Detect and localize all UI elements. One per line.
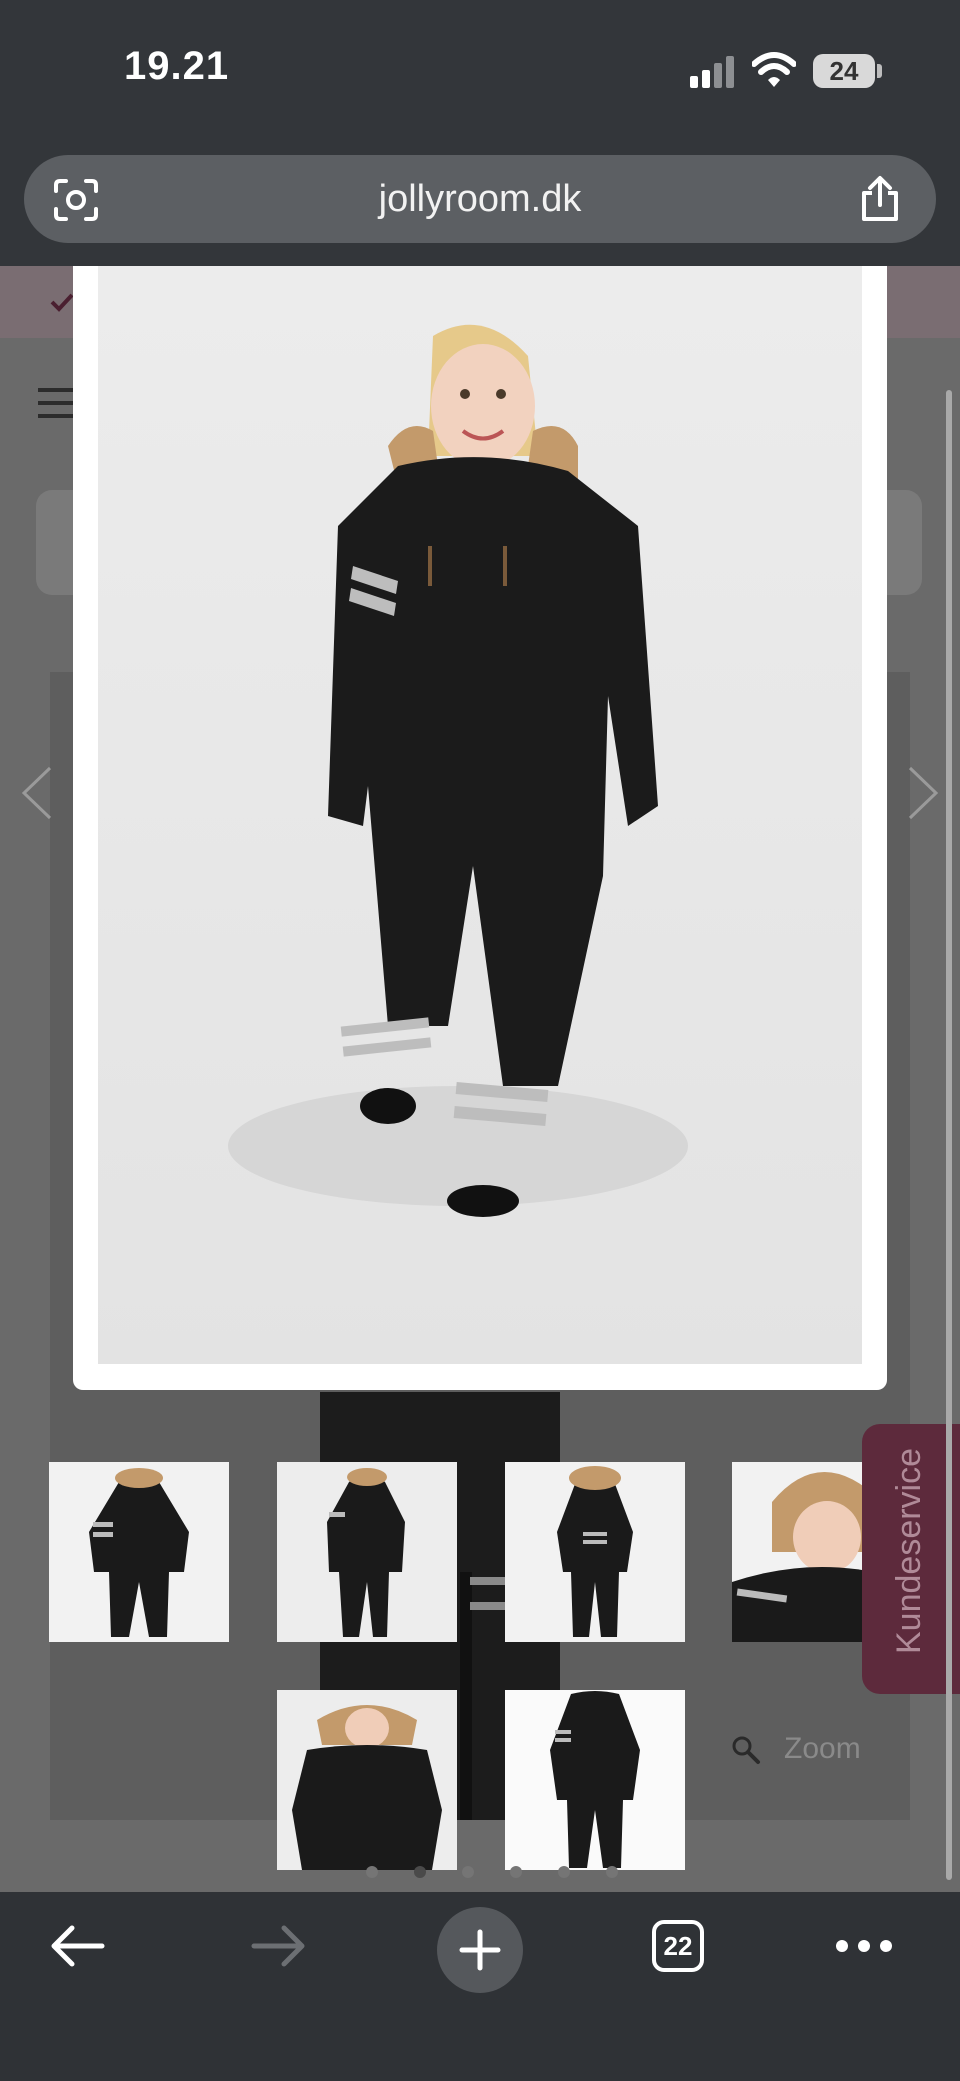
thumbnail-2[interactable] (277, 1462, 457, 1642)
pager-dot[interactable] (366, 1866, 378, 1878)
zoom-control[interactable]: Zoom (730, 1732, 861, 1766)
pager-dot[interactable] (558, 1866, 570, 1878)
cellular-signal-icon (690, 56, 734, 88)
pager-dot[interactable] (462, 1866, 474, 1878)
forward-arrow-icon[interactable] (250, 1924, 308, 1968)
battery-indicator: 24 (813, 54, 875, 88)
share-icon[interactable] (858, 175, 902, 223)
thumbnail-image (505, 1462, 685, 1642)
image-modal[interactable] (73, 266, 887, 1390)
scrollbar[interactable] (946, 390, 952, 1880)
wifi-icon (752, 52, 796, 87)
customer-service-label: Kundeservice (890, 1447, 928, 1654)
url-text[interactable]: jollyroom.dk (24, 155, 936, 243)
camera-lens-icon[interactable] (52, 177, 100, 223)
chevron-right-icon[interactable] (906, 766, 940, 820)
battery-cap (877, 64, 882, 78)
pager-dot-active[interactable] (414, 1866, 426, 1878)
plus-icon (459, 1929, 501, 1971)
thumbnail-image (277, 1690, 457, 1870)
thumbnail-5[interactable] (277, 1690, 457, 1870)
thumbnail-1[interactable] (49, 1462, 229, 1642)
main-product-photo[interactable] (98, 266, 862, 1364)
thumbnail-image (277, 1462, 457, 1642)
zoom-label: Zoom (784, 1732, 861, 1765)
thumbnail-6[interactable] (505, 1690, 685, 1870)
status-time: 19.21 (124, 44, 230, 88)
thumbnail-image (49, 1462, 229, 1642)
new-tab-button[interactable] (437, 1907, 523, 1993)
menu-icon[interactable] (38, 386, 78, 420)
thumbnail-image (505, 1690, 685, 1870)
chevron-left-icon[interactable] (20, 766, 54, 820)
magnifier-icon (732, 1736, 760, 1764)
pager-dot[interactable] (606, 1866, 618, 1878)
more-icon[interactable] (836, 1938, 892, 1954)
thumbnail-3[interactable] (505, 1462, 685, 1642)
child-snowsuit-photo (98, 266, 862, 1364)
back-arrow-icon[interactable] (48, 1924, 106, 1968)
checkmark-icon (50, 293, 74, 312)
tabs-icon[interactable]: 22 (652, 1920, 704, 1972)
address-bar[interactable]: jollyroom.dk (24, 155, 936, 243)
pager-dot[interactable] (510, 1866, 522, 1878)
